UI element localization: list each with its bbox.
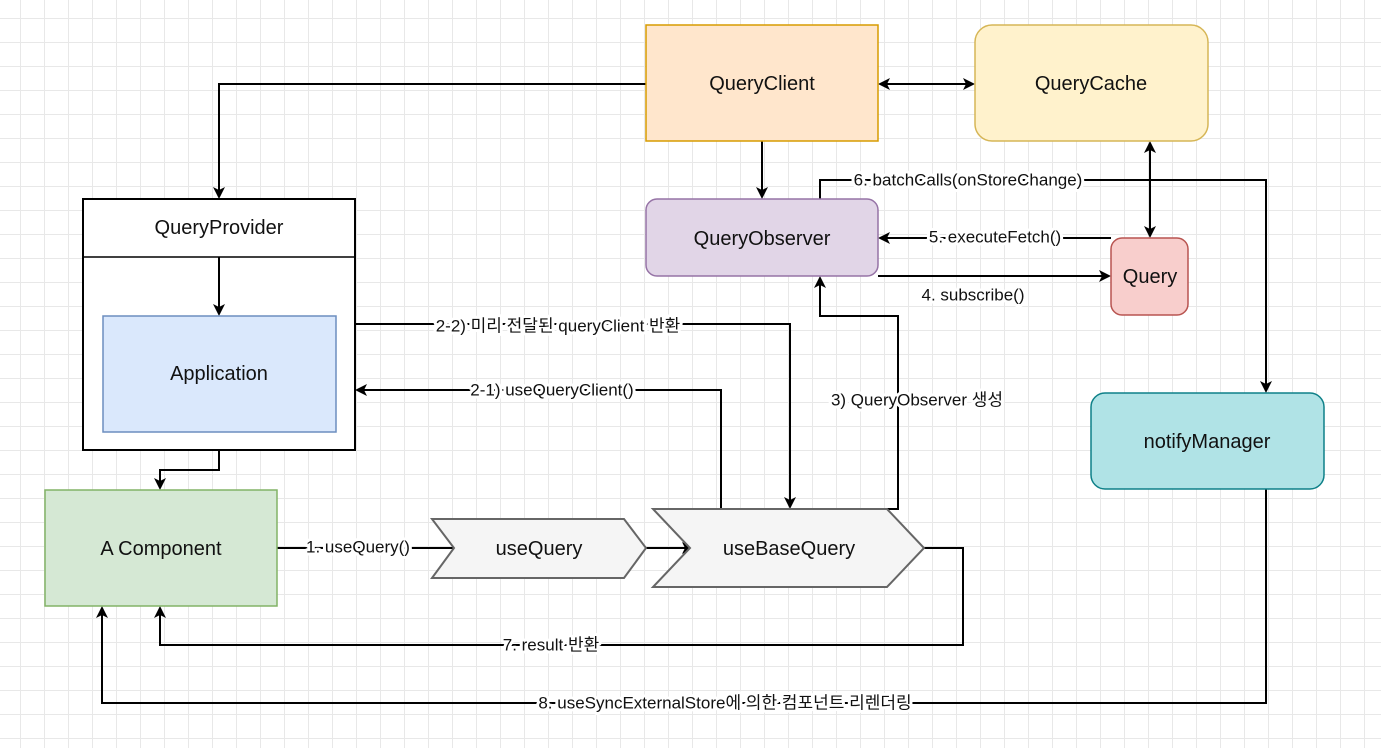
edge-label-step4: 4. subscribe() <box>922 286 1025 305</box>
query-client-node[interactable]: QueryClient <box>645 24 879 142</box>
diagram-canvas: QueryClient QueryCache QueryObserver Que… <box>44 24 1325 716</box>
notify-manager-node[interactable]: notifyManager <box>1090 392 1325 490</box>
edge-label-step6: 6. batchCalls(onStoreChange) <box>854 171 1083 190</box>
use-query-label: useQuery <box>496 538 583 560</box>
query-observer-label: QueryObserver <box>694 228 831 250</box>
edge-use-query-client <box>355 384 722 509</box>
edge-label-step1: 1. useQuery() <box>306 538 410 557</box>
query-client-label: QueryClient <box>709 73 815 95</box>
query-label: Query <box>1123 266 1177 288</box>
application-node[interactable]: Application <box>102 315 337 433</box>
query-cache-label: QueryCache <box>1035 73 1147 95</box>
edge-client-to-provider <box>213 83 646 199</box>
use-base-query-label: useBaseQuery <box>723 538 855 560</box>
a-component-label: A Component <box>100 538 222 560</box>
edge-label-step2-1: 2-1) useQueryClient() <box>470 381 633 400</box>
query-observer-node[interactable]: QueryObserver <box>645 198 879 277</box>
edge-batch-calls <box>819 179 1272 393</box>
use-query-node[interactable]: useQuery <box>429 518 648 579</box>
query-cache-node[interactable]: QueryCache <box>974 24 1209 142</box>
use-base-query-node[interactable]: useBaseQuery <box>650 508 926 588</box>
edge-label-step3: 3) QueryObserver 생성 <box>831 391 1003 410</box>
application-label: Application <box>170 363 268 385</box>
edge-label-step5: 5. executeFetch() <box>929 228 1061 247</box>
notify-manager-label: notifyManager <box>1144 431 1271 453</box>
a-component-node[interactable]: A Component <box>44 489 278 607</box>
query-provider-label: QueryProvider <box>155 217 284 239</box>
edge-label-step7: 7. result 반환 <box>503 636 599 655</box>
query-node[interactable]: Query <box>1110 237 1189 316</box>
edge-label-step2-2: 2-2) 미리 전달된 queryClient 반환 <box>436 317 681 336</box>
edge-label-step8: 8. useSyncExternalStore에 의한 컴포넌트 리렌더링 <box>538 694 911 713</box>
